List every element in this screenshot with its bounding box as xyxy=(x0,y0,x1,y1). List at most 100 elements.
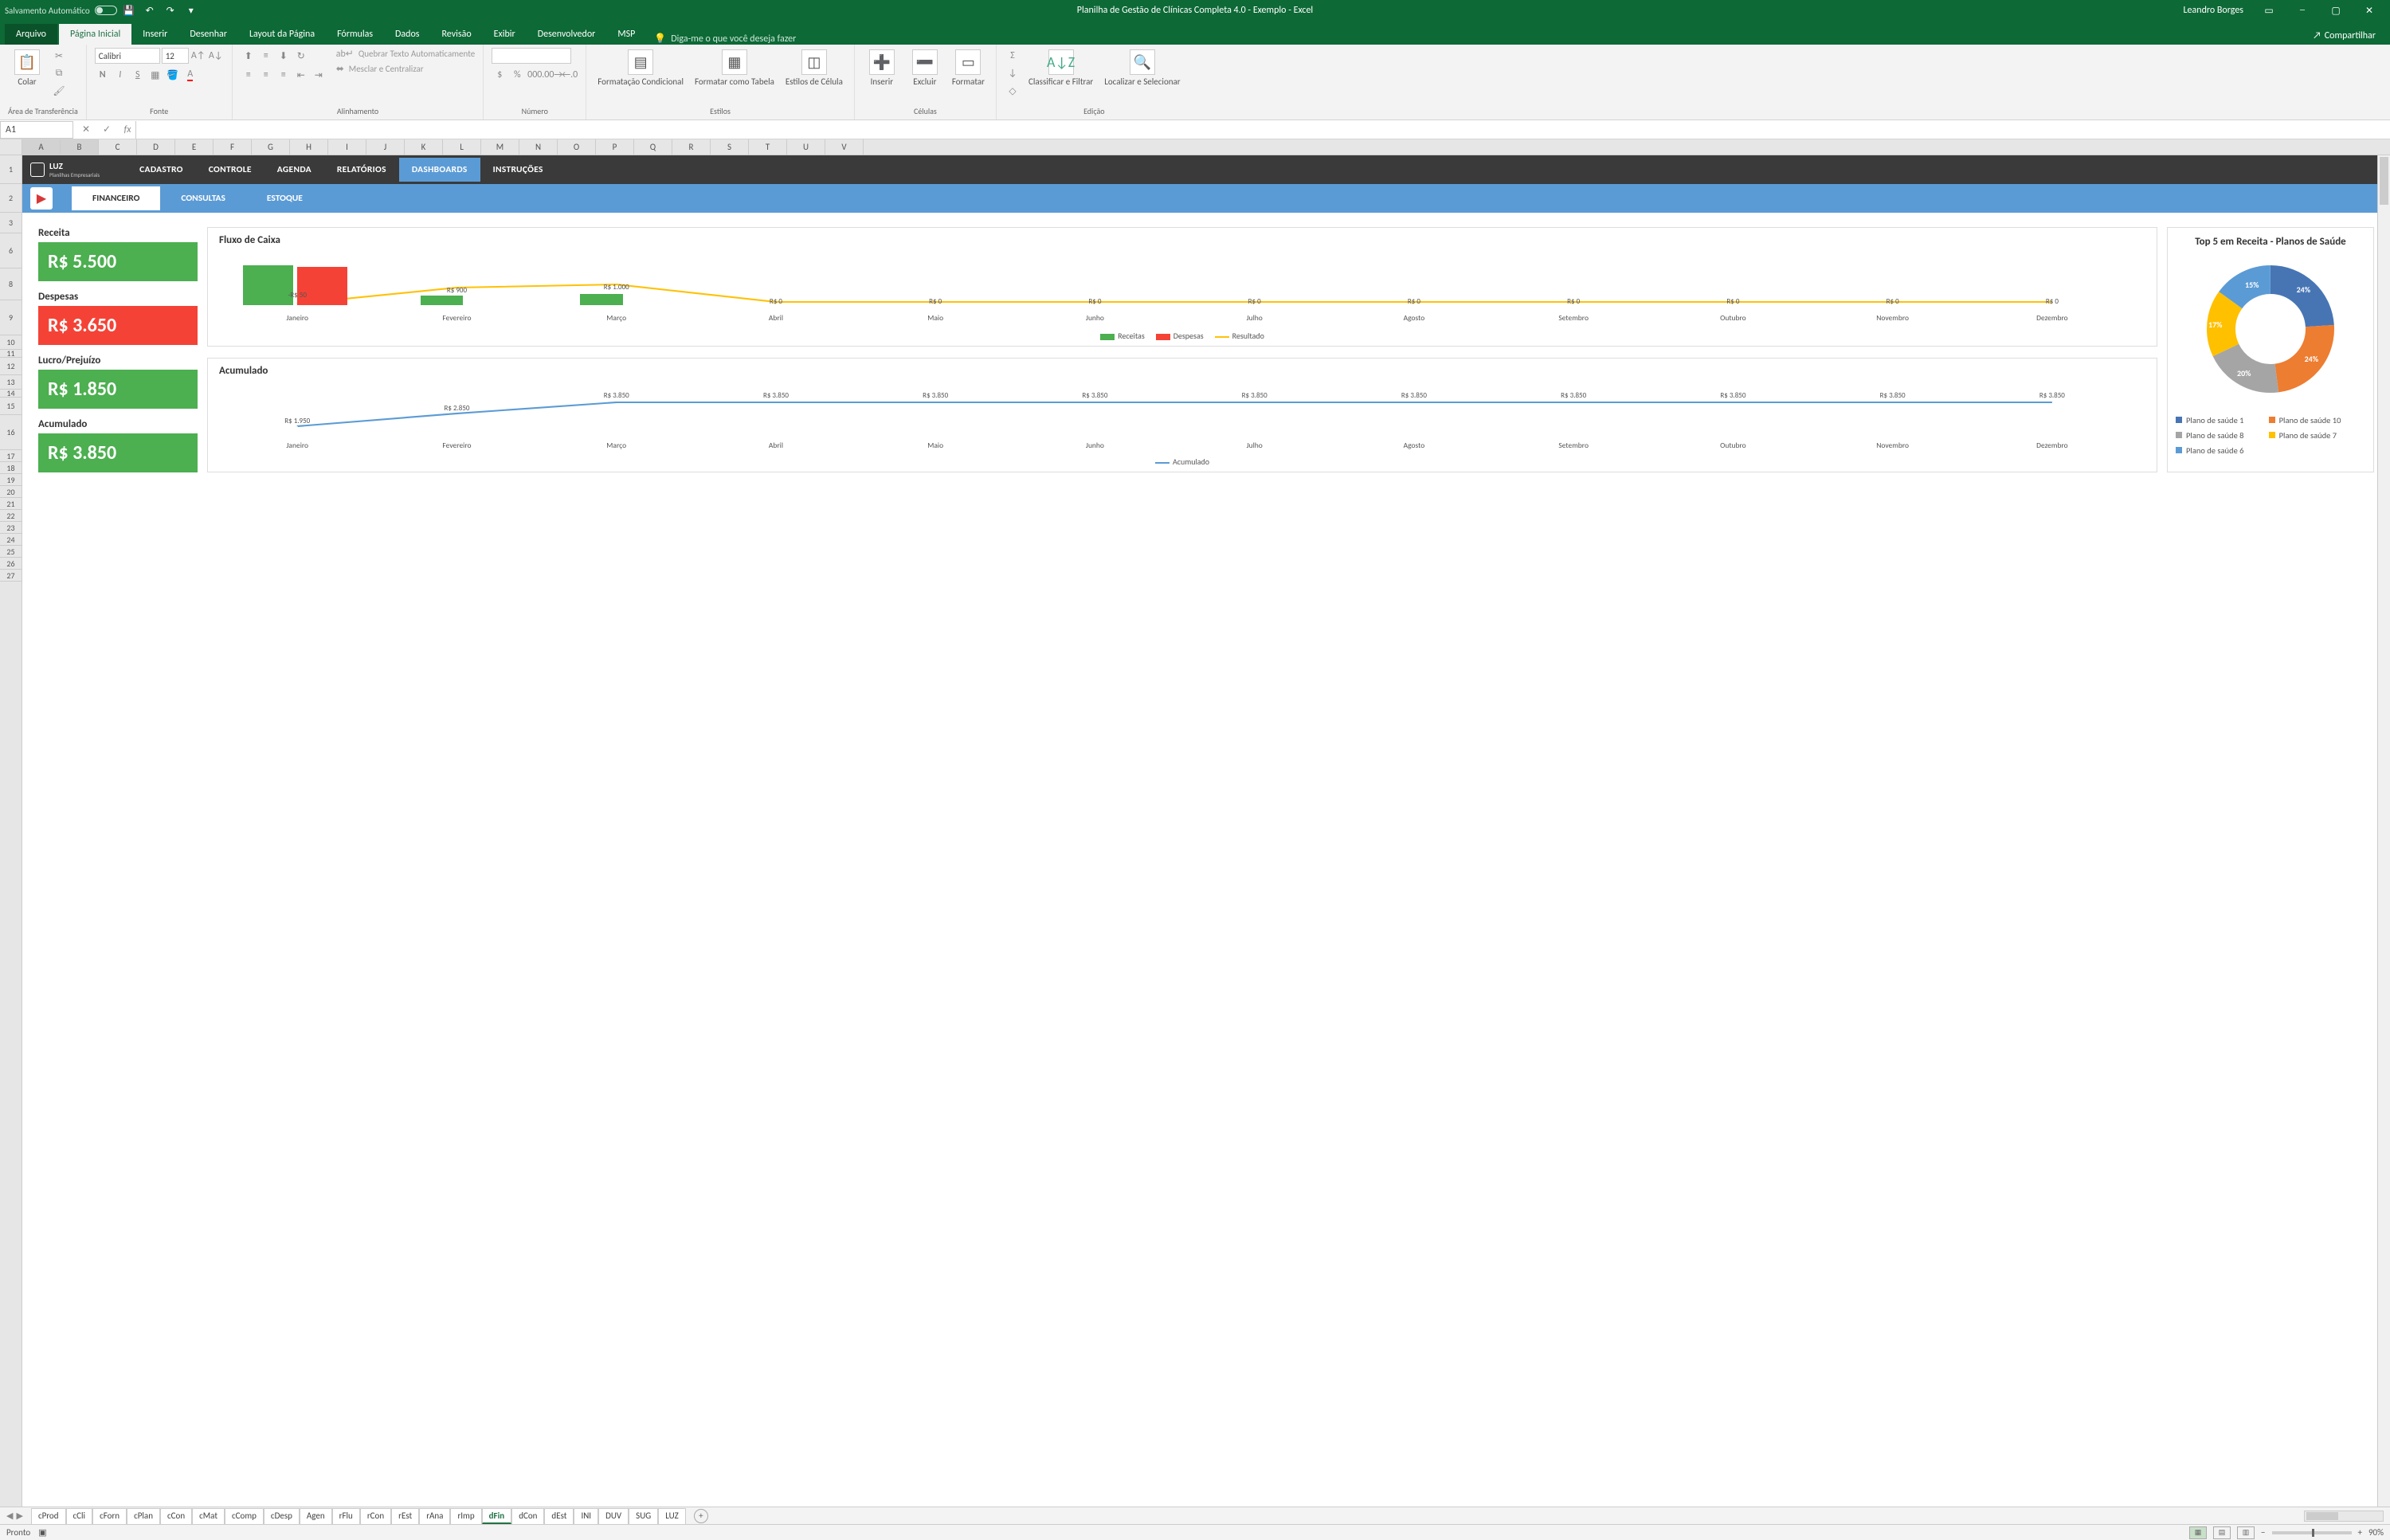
new-sheet-button[interactable]: + xyxy=(694,1509,708,1523)
sheet-tab[interactable]: LUZ xyxy=(658,1508,686,1524)
tab-home[interactable]: Página Inicial xyxy=(59,24,131,45)
share-button[interactable]: ↗ Compartilhar xyxy=(2306,27,2382,45)
bold-icon[interactable]: N xyxy=(95,67,111,83)
wrap-text-button[interactable]: ab↵ Quebrar Texto Automaticamente xyxy=(336,48,476,60)
zoom-level[interactable]: 90% xyxy=(2368,1527,2384,1538)
format-as-table-button[interactable]: ▦Formatar como Tabela xyxy=(692,48,778,88)
sheet-tab[interactable]: cComp xyxy=(225,1508,264,1524)
column-header[interactable]: B xyxy=(61,139,99,155)
sheet-nav-next-icon[interactable]: ▶ xyxy=(16,1511,22,1521)
align-center-icon[interactable]: ≡ xyxy=(258,67,274,83)
paste-button[interactable]: 📋 Colar xyxy=(8,48,46,88)
decrease-decimal-icon[interactable]: ←.0 xyxy=(562,67,578,83)
tab-view[interactable]: Exibir xyxy=(483,24,527,45)
sheet-tab[interactable]: cDesp xyxy=(264,1508,300,1524)
increase-font-icon[interactable]: A↑ xyxy=(190,48,206,64)
column-header[interactable]: A xyxy=(22,139,61,155)
subnav-item[interactable]: CONSULTAS xyxy=(160,186,246,210)
format-cells-button[interactable]: ▭Formatar xyxy=(949,48,988,88)
column-header[interactable]: U xyxy=(787,139,825,155)
column-header[interactable]: O xyxy=(558,139,596,155)
nav-item[interactable]: INSTRUÇÕES xyxy=(480,158,556,182)
row-header[interactable]: 24 xyxy=(0,534,22,546)
sheet-tab[interactable]: INI xyxy=(574,1508,598,1524)
row-header[interactable]: 25 xyxy=(0,546,22,558)
nav-item[interactable]: RELATÓRIOS xyxy=(324,158,399,182)
row-header[interactable]: 9 xyxy=(0,300,22,335)
subnav-item[interactable]: ESTOQUE xyxy=(246,186,323,210)
copy-icon[interactable]: ⧉ xyxy=(51,65,67,81)
sheet-tab[interactable]: dFin xyxy=(482,1508,512,1524)
sheet-tab[interactable]: rAna xyxy=(419,1508,450,1524)
column-header[interactable]: T xyxy=(749,139,787,155)
sort-filter-button[interactable]: A↓ZClassificar e Filtrar xyxy=(1025,48,1096,88)
play-button[interactable]: ▶ xyxy=(30,187,53,210)
row-header[interactable]: 8 xyxy=(0,268,22,300)
row-header[interactable]: 15 xyxy=(0,398,22,415)
sheet-tab[interactable]: rImp xyxy=(450,1508,481,1524)
cut-icon[interactable]: ✂ xyxy=(51,48,67,64)
orientation-icon[interactable]: ↻ xyxy=(293,48,309,64)
save-icon[interactable]: 💾 xyxy=(120,2,138,19)
row-header[interactable]: 3 xyxy=(0,213,22,233)
name-box[interactable]: A1 xyxy=(0,121,73,139)
undo-icon[interactable]: ↶ xyxy=(141,2,159,19)
subnav-item[interactable]: FINANCEIRO xyxy=(72,186,160,210)
fill-icon[interactable]: ↓ xyxy=(1005,65,1021,81)
maximize-icon[interactable]: ▢ xyxy=(2320,0,2352,21)
row-header[interactable]: 20 xyxy=(0,486,22,498)
comma-icon[interactable]: 000 xyxy=(527,67,543,83)
row-header[interactable]: 2 xyxy=(0,184,22,213)
sheet-nav-prev-icon[interactable]: ◀ xyxy=(6,1511,13,1521)
insert-cells-button[interactable]: ➕Inserir xyxy=(863,48,901,88)
column-header[interactable]: F xyxy=(214,139,252,155)
zoom-slider[interactable] xyxy=(2272,1531,2352,1534)
nav-item[interactable]: AGENDA xyxy=(264,158,324,182)
increase-decimal-icon[interactable]: .00→ xyxy=(544,67,560,83)
horizontal-scrollbar[interactable] xyxy=(2304,1511,2384,1522)
cell-styles-button[interactable]: ◫Estilos de Célula xyxy=(782,48,846,88)
row-header[interactable]: 12 xyxy=(0,358,22,375)
delete-cells-button[interactable]: ➖Excluir xyxy=(906,48,944,88)
column-header[interactable]: S xyxy=(711,139,749,155)
row-header[interactable]: 19 xyxy=(0,474,22,486)
align-middle-icon[interactable]: ≡ xyxy=(258,48,274,64)
column-header[interactable]: I xyxy=(328,139,366,155)
sheet-tab[interactable]: Agen xyxy=(300,1508,332,1524)
increase-indent-icon[interactable]: ⇥ xyxy=(311,67,327,83)
column-header[interactable]: K xyxy=(405,139,443,155)
format-painter-icon[interactable]: 🖌 xyxy=(51,83,67,99)
column-header[interactable]: E xyxy=(175,139,214,155)
conditional-formatting-button[interactable]: ▤Formatação Condicional xyxy=(594,48,687,88)
sheet-tab[interactable]: DUV xyxy=(598,1508,629,1524)
column-header[interactable]: P xyxy=(596,139,634,155)
borders-icon[interactable]: ▦ xyxy=(147,67,163,83)
autosum-icon[interactable]: Σ xyxy=(1005,48,1021,64)
row-header[interactable]: 26 xyxy=(0,558,22,570)
fx-icon[interactable]: fx xyxy=(120,124,135,135)
autosave-toggle[interactable]: Salvamento Automático xyxy=(5,6,117,16)
nav-item[interactable]: CONTROLE xyxy=(196,158,264,182)
row-header[interactable]: 22 xyxy=(0,510,22,522)
normal-view-icon[interactable]: ▦ xyxy=(2189,1526,2207,1539)
align-top-icon[interactable]: ⬆ xyxy=(241,48,257,64)
sheet-tab[interactable]: cCon xyxy=(160,1508,192,1524)
row-header[interactable]: 17 xyxy=(0,450,22,462)
column-header[interactable]: V xyxy=(825,139,864,155)
sheet-tab[interactable]: SUG xyxy=(629,1508,658,1524)
tab-insert[interactable]: Inserir xyxy=(131,24,178,45)
vertical-scrollbar[interactable] xyxy=(2377,155,2390,1507)
row-header[interactable]: 23 xyxy=(0,522,22,534)
tab-review[interactable]: Revisão xyxy=(431,24,483,45)
nav-item[interactable]: DASHBOARDS xyxy=(399,158,480,182)
row-header[interactable]: 6 xyxy=(0,233,22,268)
column-header[interactable]: H xyxy=(290,139,328,155)
column-header[interactable]: J xyxy=(366,139,405,155)
user-name[interactable]: Leandro Borges xyxy=(2184,5,2244,16)
align-right-icon[interactable]: ≡ xyxy=(276,67,292,83)
page-layout-view-icon[interactable]: ▤ xyxy=(2213,1526,2231,1539)
zoom-out-icon[interactable]: − xyxy=(2261,1527,2265,1538)
zoom-in-icon[interactable]: + xyxy=(2358,1527,2362,1538)
column-header[interactable]: G xyxy=(252,139,290,155)
sheet-tab[interactable]: rFlu xyxy=(332,1508,360,1524)
